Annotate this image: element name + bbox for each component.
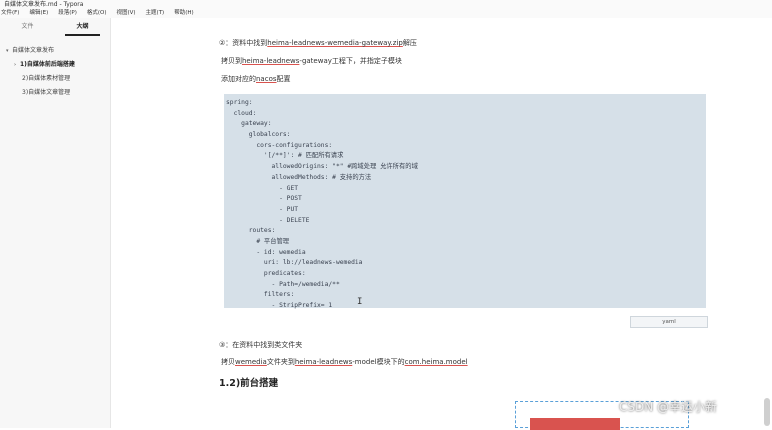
menu-format[interactable]: 格式(O) [87, 9, 107, 18]
code-line: - GET [226, 184, 299, 192]
image-red-bar [530, 418, 620, 430]
code-line: - POST [226, 195, 302, 203]
nacos-link[interactable]: nacos [256, 75, 277, 83]
outline-item-article-publish[interactable]: ▾ 自媒体文章发布 [0, 44, 110, 58]
code-line: predicates: [226, 270, 306, 277]
code-line: cloud: [226, 109, 257, 117]
step2-line: ②：资料中找到heima-leadnews-wemedia-gateway.zi… [219, 38, 417, 48]
code-line: cors-configurations: [226, 141, 333, 149]
step-number: ③： [219, 341, 233, 349]
menu-paragraph[interactable]: 段落(P) [58, 9, 77, 18]
copy1-suffix: -gateway工程下，并指定子模块 [299, 57, 402, 65]
copy-model-line: 拷贝wemedia文件夹到heima-leadnews-model模块下的com… [221, 357, 468, 367]
code-line: - DELETE [226, 216, 310, 224]
outline-item-label: 自媒体文章发布 [12, 47, 55, 54]
scrollbar[interactable] [764, 398, 770, 426]
code-line: - id: wemedia [226, 248, 306, 256]
menu-view[interactable]: 视图(V) [116, 9, 135, 18]
section-heading: 1.2)前台搭建 [219, 378, 279, 389]
step-number: ②： [219, 39, 233, 47]
code-line: uri: lb://leadnews-wemedia [226, 259, 363, 267]
nacos-suffix: 配置 [276, 75, 291, 83]
code-line: '[/**]': # 匹配所有请求 [226, 152, 344, 160]
copy-gateway-line: 拷贝到heima-leadnews-gateway工程下，并指定子模块 [221, 56, 402, 66]
code-line: spring: [226, 99, 253, 106]
outline-item-article-manage[interactable]: 3)自媒体文章管理 [0, 86, 110, 100]
menu-file[interactable]: 文件(F) [1, 9, 19, 18]
outline-item-label: 1)自媒体前后端搭建 [20, 61, 75, 68]
text-cursor-icon: I [357, 297, 363, 307]
code-line: - PUT [226, 205, 299, 213]
outline-item-label: 3)自媒体文章管理 [22, 89, 71, 96]
code-line: gateway: [226, 120, 272, 128]
wemedia-link[interactable]: wemedia [235, 358, 267, 366]
code-line: globalcors: [226, 131, 291, 139]
step2-suffix: 解压 [402, 39, 417, 47]
code-line: routes: [226, 227, 276, 235]
com-heima-model-link[interactable]: com.heima.model [405, 358, 468, 366]
copy2-mid1: 文件夹到 [266, 358, 295, 366]
code-line: allowedMethods: # 支持的方法 [226, 173, 372, 181]
menu-help[interactable]: 帮助(H) [174, 9, 193, 18]
step3-text: 在资料中找到类文件夹 [232, 341, 303, 349]
window-title: 自媒体文章发布.md - Typora [0, 0, 772, 9]
code-line: filters: [226, 291, 295, 299]
editor-pane[interactable]: ②：资料中找到heima-leadnews-wemedia-gateway.zi… [111, 18, 772, 430]
nacos-line: 添加对应的nacos配置 [221, 74, 291, 84]
outline-item-label: 2)自媒体素材管理 [22, 75, 71, 82]
tab-files[interactable]: 文件 [0, 18, 55, 36]
outline-item-material[interactable]: 2)自媒体素材管理 [0, 72, 110, 86]
outline-list: ▾ 自媒体文章发布 › 1)自媒体前后端搭建 2)自媒体素材管理 3)自媒体文章管理 [0, 36, 110, 100]
copy2-prefix: 拷贝 [221, 358, 235, 366]
sidebar-tabs: 文件 大纲 [0, 18, 110, 36]
heima-leadnews-link-2[interactable]: heima-leadnews [295, 358, 352, 366]
copy2-mid2: -model模块下的 [352, 358, 405, 366]
nacos-prefix: 添加对应的 [221, 75, 256, 83]
menu-bar: 文件(F) 编辑(E) 段落(P) 格式(O) 视图(V) 主题(T) 帮助(H… [0, 9, 772, 18]
code-line: - Path=/wemedia/** [226, 280, 340, 288]
sidebar: 文件 大纲 ▾ 自媒体文章发布 › 1)自媒体前后端搭建 2)自媒体素材管理 3)自… [0, 18, 111, 428]
code-language-input[interactable]: yaml [630, 316, 708, 328]
step2-text: 资料中找到 [232, 39, 268, 47]
menu-edit[interactable]: 编辑(E) [29, 9, 48, 18]
tab-outline[interactable]: 大纲 [55, 18, 110, 36]
code-line: # 平台管理 [226, 237, 290, 245]
yaml-code-block[interactable]: spring: cloud: gateway: globalcors: cors… [224, 94, 706, 309]
gateway-zip-link[interactable]: heima-leadnews-wemedia-gateway.zip [267, 39, 403, 47]
code-line: allowedOrigins: "*" #跨域处理 允许所有的域 [226, 163, 418, 171]
csdn-watermark: CSDN @幸运小新 [619, 400, 718, 414]
code-line: - StripPrefix= 1 [226, 302, 333, 310]
heima-leadnews-link[interactable]: heima-leadnews [242, 57, 299, 65]
step3-line: ③：在资料中找到类文件夹 [219, 340, 302, 350]
copy1-prefix: 拷贝到 [221, 57, 242, 65]
outline-item-frontend-backend[interactable]: › 1)自媒体前后端搭建 [0, 58, 110, 72]
menu-theme[interactable]: 主题(T) [146, 9, 165, 18]
